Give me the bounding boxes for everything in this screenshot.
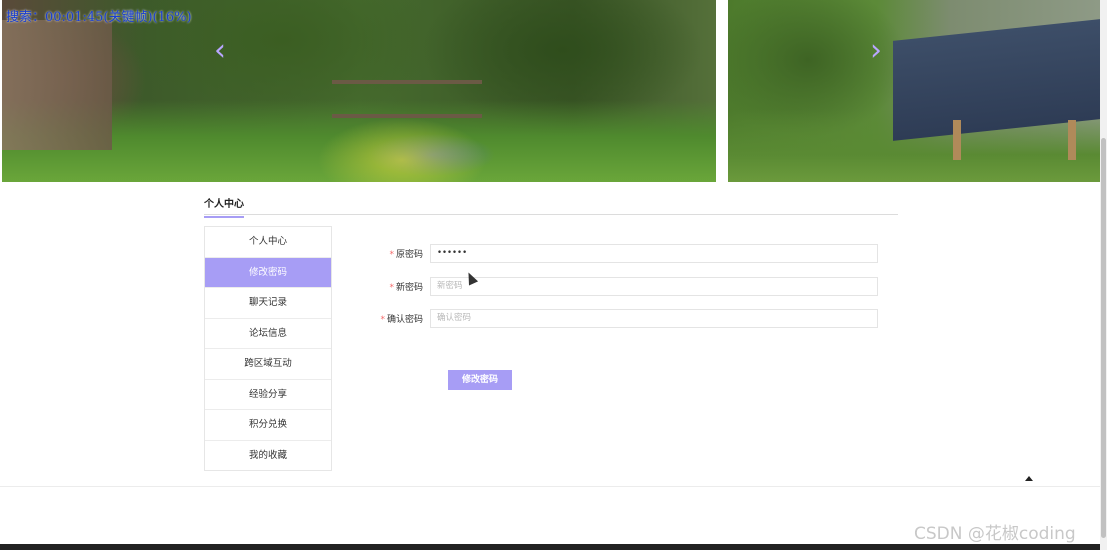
sidebar-item-favorites[interactable]: 我的收藏 [205, 439, 331, 471]
new-password-row: * 新密码 [366, 277, 880, 298]
confirm-password-label-text: 确认密码 [386, 315, 423, 325]
search-status-overlay: 搜索：00:01:45(关键帧)(16%) [6, 10, 192, 25]
sidebar-item-change-password[interactable]: 修改密码 [205, 256, 331, 287]
carousel-slide-garden [2, 0, 716, 182]
sidebar-item-points-exchange[interactable]: 积分兑换 [205, 409, 331, 440]
carousel-next-icon[interactable]: › [870, 36, 882, 66]
old-password-label: * 原密码 [389, 247, 423, 260]
footer-divider [0, 486, 1100, 487]
sidebar-item-cross-region[interactable]: 跨区域互动 [205, 348, 331, 379]
sidebar-item-profile[interactable]: 个人中心 [205, 227, 331, 257]
post-image-detail [953, 120, 961, 160]
old-password-label-text: 原密码 [395, 250, 423, 260]
watermark: CSDN @花椒coding [914, 524, 1076, 544]
confirm-password-row: * 确认密码 [366, 309, 880, 330]
window-bottom-edge [0, 544, 1100, 550]
confirm-password-label: * 确认密码 [380, 312, 423, 325]
carousel-slide-shed [728, 0, 1100, 182]
new-password-field[interactable] [430, 277, 878, 296]
banner-carousel: 搜索：00:01:45(关键帧)(16%) ‹ › [0, 0, 1100, 182]
required-mark: * [389, 250, 394, 260]
old-password-field[interactable] [430, 244, 878, 263]
sidebar-item-forum-info[interactable]: 论坛信息 [205, 317, 331, 349]
new-password-label-text: 新密码 [395, 283, 423, 293]
post-image-detail [1068, 120, 1076, 160]
section-header: 个人中心 [204, 186, 898, 218]
page-title: 个人中心 [204, 195, 244, 218]
back-to-top-icon[interactable] [1025, 476, 1033, 481]
sidebar-item-experience-share[interactable]: 经验分享 [205, 378, 331, 410]
sidebar-menu: 个人中心 修改密码 聊天记录 论坛信息 跨区域互动 经验分享 积分兑换 我的收藏 [204, 226, 332, 471]
change-password-button[interactable]: 修改密码 [448, 370, 512, 390]
confirm-password-field[interactable] [430, 309, 878, 328]
new-password-label: * 新密码 [389, 280, 423, 293]
page-scrollbar[interactable] [1100, 0, 1107, 550]
required-mark: * [380, 315, 385, 325]
shed-image-detail [2, 20, 112, 150]
required-mark: * [389, 283, 394, 293]
scrollbar-thumb[interactable] [1101, 138, 1106, 538]
fence-image-detail [332, 80, 482, 118]
sidebar-item-chat-history[interactable]: 聊天记录 [205, 287, 331, 318]
carousel-prev-icon[interactable]: ‹ [214, 36, 226, 66]
old-password-row: * 原密码 [366, 244, 880, 265]
